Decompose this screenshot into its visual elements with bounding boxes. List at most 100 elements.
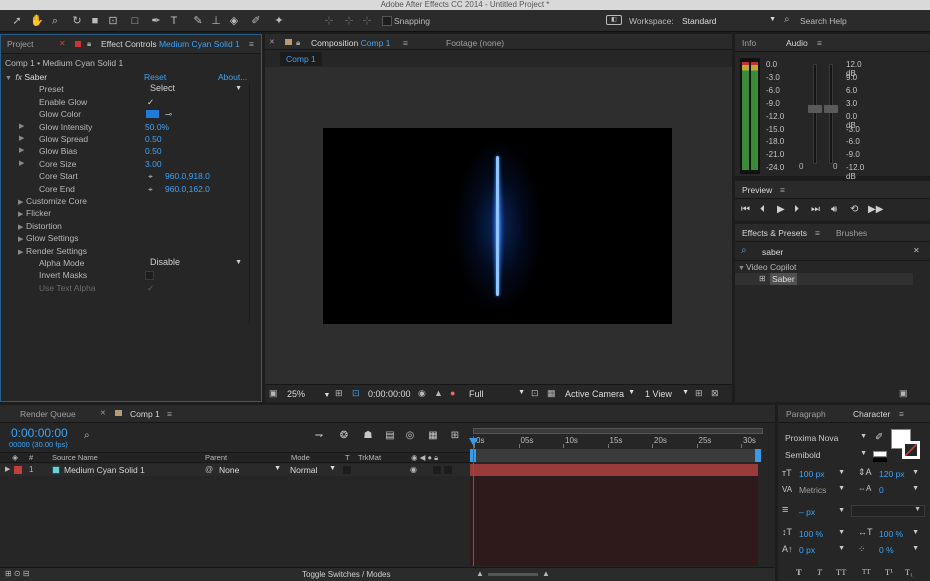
eraser-tool-icon[interactable]: ◈ bbox=[227, 14, 241, 28]
tab-preview[interactable]: Preview bbox=[742, 181, 772, 199]
expand-triangle-icon[interactable]: ▶ bbox=[19, 121, 27, 133]
resolution-dropdown[interactable]: Full ▼ bbox=[469, 389, 525, 399]
clone-stamp-tool-icon[interactable]: ⊥ bbox=[209, 14, 223, 28]
pen-tool-icon[interactable]: ✒ bbox=[149, 14, 163, 28]
tracking-field[interactable]: 0 ▼ bbox=[879, 485, 919, 495]
tab-paragraph[interactable]: Paragraph bbox=[786, 405, 826, 423]
expand-triangle-icon[interactable]: ▼ bbox=[5, 73, 13, 85]
zoom-out-icon[interactable]: ▲ bbox=[476, 569, 484, 578]
mute-audio-icon[interactable]: 🔊︎ bbox=[831, 203, 837, 217]
eyedropper-icon[interactable]: ✐ bbox=[875, 432, 883, 443]
tab-comp-1[interactable]: Comp 1 bbox=[130, 405, 160, 423]
close-icon[interactable]: ✕ bbox=[269, 34, 275, 52]
work-area-end-handle[interactable] bbox=[755, 449, 761, 462]
video-visibility-icon[interactable]: ◉ bbox=[410, 465, 417, 474]
faux-italic-button[interactable]: T bbox=[817, 567, 822, 577]
transparency-grid-icon[interactable]: ▦ bbox=[547, 388, 556, 399]
group-customize-core[interactable]: ▶ Customize Core bbox=[18, 195, 87, 207]
layer-name[interactable]: Medium Cyan Solid 1 bbox=[64, 465, 145, 475]
alpha-mode-dropdown[interactable]: Disable ▼ bbox=[146, 256, 246, 268]
group-flicker[interactable]: ▶ Flicker bbox=[18, 207, 51, 219]
work-area-bar[interactable] bbox=[473, 428, 763, 434]
timeline-timecode[interactable]: 0:00:00:00 bbox=[11, 426, 68, 440]
audio-slider-handle-left[interactable] bbox=[808, 105, 822, 113]
font-style-select[interactable]: Semibold ▼ bbox=[785, 450, 869, 460]
hand-tool-icon[interactable]: ✋ bbox=[30, 14, 44, 28]
tab-composition[interactable]: Composition Comp 1 bbox=[311, 34, 390, 52]
audio-slider-handle-right[interactable] bbox=[824, 105, 838, 113]
loop-icon[interactable]: ⟲ bbox=[850, 203, 858, 217]
brainstorm-icon[interactable]: ⊞ bbox=[448, 429, 462, 443]
toggle-pixel-aspect-icon[interactable]: ⊞ bbox=[695, 388, 703, 399]
expand-triangle-icon[interactable]: ▶ bbox=[5, 465, 10, 473]
next-frame-icon[interactable]: ⏵ bbox=[794, 203, 799, 217]
lock-box[interactable] bbox=[444, 466, 452, 474]
swap-white-icon[interactable] bbox=[873, 451, 887, 457]
panel-menu-icon[interactable]: ≡ bbox=[167, 405, 172, 423]
tab-render-queue[interactable]: Render Queue bbox=[20, 405, 76, 423]
tab-brushes[interactable]: Brushes bbox=[836, 224, 867, 242]
tab-effect-controls[interactable]: Effect Controls Medium Cyan Solid 1 bbox=[101, 35, 240, 53]
roto-brush-tool-icon[interactable]: ✐ bbox=[249, 14, 263, 28]
tab-info[interactable]: Info bbox=[742, 34, 756, 52]
rotate-tool-icon[interactable]: ↻ bbox=[70, 14, 84, 28]
type-tool-icon[interactable]: T bbox=[167, 14, 181, 28]
axis-world-icon[interactable]: ⊹ bbox=[342, 14, 356, 28]
zoom-in-icon[interactable]: ▲ bbox=[542, 569, 550, 578]
puppet-pin-tool-icon[interactable]: ✦ bbox=[272, 14, 286, 28]
fx-icon[interactable]: fx bbox=[15, 72, 22, 82]
tab-character[interactable]: Character bbox=[853, 405, 890, 423]
group-distortion[interactable]: ▶ Distortion bbox=[18, 220, 62, 232]
always-preview-icon[interactable]: ▣ bbox=[269, 388, 278, 399]
close-icon[interactable]: ✕ bbox=[100, 405, 106, 423]
first-frame-icon[interactable]: ⏮ bbox=[741, 203, 750, 217]
group-glow-settings[interactable]: ▶ Glow Settings bbox=[18, 232, 78, 244]
show-snapshot-icon[interactable]: ▲ bbox=[434, 388, 443, 398]
axis-view-icon[interactable]: ⊹ bbox=[360, 14, 374, 28]
mode-dropdown[interactable]: Normal ▼ bbox=[290, 465, 338, 475]
draft-3d-icon[interactable]: ❂ bbox=[337, 429, 351, 443]
selection-tool-icon[interactable]: ➚ bbox=[10, 14, 24, 28]
zoom-dropdown[interactable]: 25% ▼ bbox=[287, 389, 330, 399]
comp-subtab[interactable]: Comp 1 bbox=[280, 52, 322, 66]
tab-project[interactable]: Project bbox=[7, 35, 33, 53]
swap-black-icon[interactable] bbox=[873, 458, 887, 462]
invert-masks-checkbox[interactable] bbox=[145, 271, 154, 280]
tab-effects-presets[interactable]: Effects & Presets bbox=[742, 224, 807, 242]
stroke-color-swatch[interactable] bbox=[902, 441, 920, 459]
fast-previews-icon[interactable]: ⊠ bbox=[711, 388, 719, 399]
camera-dropdown[interactable]: Active Camera ▼ bbox=[565, 389, 635, 399]
stroke-width-field[interactable]: – px ▼ bbox=[799, 507, 845, 517]
core-end-value[interactable]: 960.0,162.0 bbox=[165, 183, 210, 195]
expand-triangle-icon[interactable]: ▶ bbox=[19, 145, 27, 157]
last-frame-icon[interactable]: ⏭ bbox=[811, 203, 820, 217]
group-render-settings[interactable]: ▶ Render Settings bbox=[18, 245, 87, 257]
glow-intensity-value[interactable]: 50.0% bbox=[145, 121, 169, 133]
kerning-field[interactable]: Metrics ▼ bbox=[799, 485, 845, 495]
workspace-select[interactable]: Standard ▼ bbox=[682, 16, 776, 26]
effects-search-input[interactable]: saber bbox=[762, 247, 783, 257]
search-icon[interactable]: ⌕ bbox=[84, 430, 90, 441]
core-start-value[interactable]: 960.0,918.0 bbox=[165, 170, 210, 182]
pickwhip-icon[interactable]: @ bbox=[205, 465, 213, 474]
panel-menu-icon[interactable]: ≡ bbox=[899, 405, 904, 423]
glow-bias-value[interactable]: 0.50 bbox=[145, 145, 162, 157]
layer-label-color[interactable] bbox=[14, 466, 22, 474]
previous-frame-icon[interactable]: ⏴ bbox=[760, 203, 765, 217]
crosshair-icon[interactable]: ⌖ bbox=[148, 183, 153, 195]
core-size-value[interactable]: 3.00 bbox=[145, 158, 162, 170]
motion-blur-icon[interactable]: ◎ bbox=[403, 429, 417, 443]
work-area-span[interactable] bbox=[470, 449, 760, 462]
snapping-checkbox[interactable] bbox=[382, 16, 392, 26]
new-folder-icon[interactable]: ▣ bbox=[899, 388, 908, 399]
vertical-scale-field[interactable]: 100 % ▼ bbox=[799, 529, 845, 539]
tree-item-saber[interactable]: Saber bbox=[770, 273, 797, 285]
parent-dropdown[interactable]: None ▼ bbox=[219, 465, 283, 475]
snapshot-icon[interactable]: ◉ bbox=[418, 388, 426, 399]
small-caps-button[interactable]: TT bbox=[862, 568, 871, 576]
glow-spread-value[interactable]: 0.50 bbox=[145, 133, 162, 145]
enable-glow-checkbox[interactable]: ✓ bbox=[147, 96, 154, 108]
all-caps-button[interactable]: TT bbox=[836, 567, 846, 577]
search-help-field[interactable]: Search Help bbox=[800, 16, 847, 26]
baseline-shift-field[interactable]: 0 px ▼ bbox=[799, 545, 845, 555]
